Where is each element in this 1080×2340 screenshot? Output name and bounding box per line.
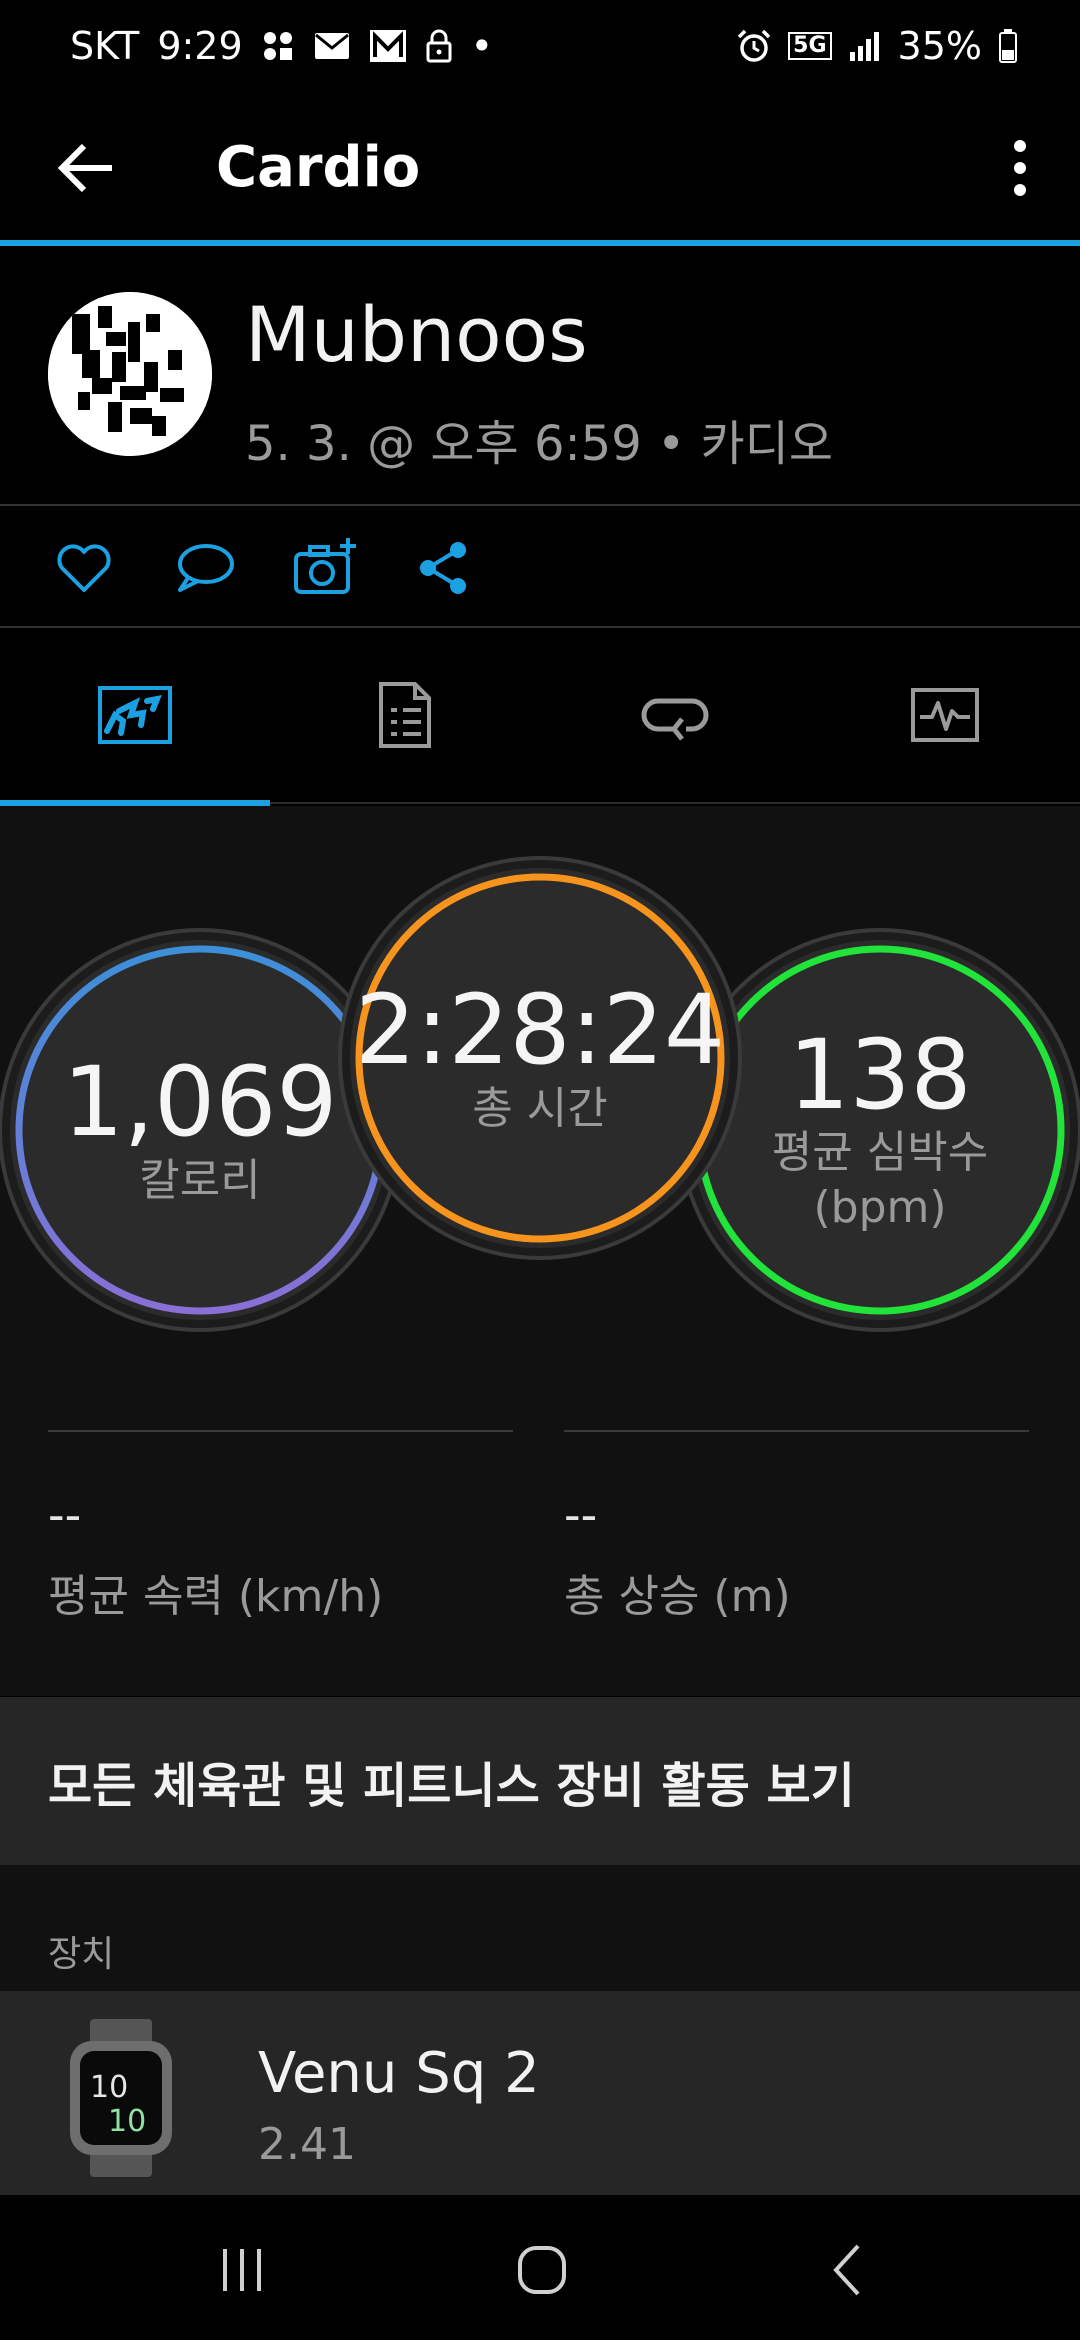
total-ascent-stat: -- 총 상승 (m) bbox=[564, 1430, 1029, 1624]
calories-value: 1,069 bbox=[62, 1046, 338, 1159]
heart-icon bbox=[57, 544, 111, 592]
mail-icon bbox=[314, 33, 349, 59]
gym-link-label: 모든 체육관 및 피트니스 장비 활동 보기 bbox=[48, 1758, 855, 1814]
total-time-content: 2:28:24 총 시간 bbox=[350, 868, 730, 1248]
network-5g-icon: 5G bbox=[788, 32, 832, 60]
avatar-image bbox=[48, 292, 212, 456]
device-section: 장치 10 10 Venu Sq 2 2.41 bbox=[0, 1865, 1080, 2195]
stats-tab-icon bbox=[98, 686, 172, 744]
calories-ring: 1,069 칼로리 bbox=[10, 940, 390, 1320]
back-button[interactable] bbox=[48, 128, 128, 208]
tab-laps[interactable] bbox=[540, 628, 810, 802]
activity-header: Mubnoos 5. 3. @ 오후 6:59 • 카디오 bbox=[0, 246, 1080, 506]
signal-icon bbox=[849, 32, 879, 61]
overflow-menu-button[interactable] bbox=[990, 128, 1050, 208]
like-button[interactable] bbox=[52, 536, 116, 600]
home-button[interactable] bbox=[502, 2235, 582, 2305]
watch-face-hours: 10 bbox=[90, 2070, 128, 2105]
details-tab-icon bbox=[379, 682, 431, 748]
clock: 9:29 bbox=[157, 24, 243, 68]
tab-charts[interactable] bbox=[810, 628, 1080, 802]
share-button[interactable] bbox=[412, 536, 476, 600]
device-name: Venu Sq 2 bbox=[258, 2041, 540, 2106]
status-bar: SKT 9:29 • 5G 35% bbox=[0, 0, 1080, 100]
alarm-icon bbox=[737, 29, 771, 62]
total-time-ring: 2:28:24 총 시간 bbox=[350, 868, 730, 1248]
chevron-left-icon bbox=[833, 2244, 860, 2296]
recents-icon bbox=[223, 2249, 261, 2291]
device-version: 2.41 bbox=[258, 2119, 356, 2170]
avg-speed-label: 평균 속력 (km/h) bbox=[48, 1571, 384, 1622]
heart-rate-content: 138 평균 심박수 (bpm) bbox=[690, 940, 1070, 1320]
camera-add-icon bbox=[294, 538, 356, 594]
avg-speed-value: -- bbox=[48, 1488, 82, 1542]
app-bar: Cardio bbox=[0, 100, 1080, 240]
tab-bar bbox=[0, 628, 1080, 802]
comment-icon bbox=[178, 544, 234, 592]
arrow-left-icon bbox=[57, 143, 112, 193]
activity-meta: 5. 3. @ 오후 6:59 • 카디오 bbox=[245, 416, 834, 472]
total-time-value: 2:28:24 bbox=[354, 974, 726, 1087]
battery-percent: 35% bbox=[897, 24, 982, 68]
app-notification-icon bbox=[263, 32, 292, 60]
recents-button[interactable] bbox=[202, 2235, 282, 2305]
lock-icon bbox=[426, 29, 452, 63]
view-gym-activities-link[interactable]: 모든 체육관 및 피트니스 장비 활동 보기 bbox=[0, 1697, 1080, 1865]
device-row[interactable]: 10 10 Venu Sq 2 2.41 bbox=[0, 1991, 1080, 2195]
total-ascent-label: 총 상승 (m) bbox=[564, 1571, 791, 1622]
laps-tab-icon bbox=[641, 698, 709, 741]
battery-icon bbox=[999, 29, 1017, 63]
heart-rate-ring: 138 평균 심박수 (bpm) bbox=[690, 940, 1070, 1320]
status-right: 5G 35% bbox=[736, 24, 1018, 68]
summary-panel: 1,069 칼로리 138 평균 심박수 (bpm) 2:28:24 총 시간 … bbox=[0, 806, 1080, 1696]
calories-label: 칼로리 bbox=[139, 1154, 261, 1206]
system-nav-bar bbox=[0, 2195, 1080, 2340]
total-time-label: 총 시간 bbox=[472, 1082, 608, 1134]
action-row bbox=[0, 506, 1080, 628]
gmail-icon bbox=[369, 30, 406, 62]
user-name[interactable]: Mubnoos bbox=[245, 290, 588, 379]
home-icon bbox=[518, 2246, 566, 2294]
tab-details[interactable] bbox=[270, 628, 540, 802]
calories-content: 1,069 칼로리 bbox=[10, 940, 390, 1320]
add-photo-button[interactable] bbox=[292, 536, 356, 600]
chart-tab-icon bbox=[911, 688, 979, 742]
total-ascent-value: -- bbox=[564, 1488, 598, 1542]
heart-rate-label: 평균 심박수 bbox=[771, 1127, 989, 1179]
watch-icon: 10 10 bbox=[70, 2019, 172, 2177]
watch-face-minutes: 10 bbox=[108, 2104, 146, 2139]
carrier-label: SKT bbox=[70, 24, 140, 68]
device-section-label: 장치 bbox=[48, 1934, 115, 1975]
comment-button[interactable] bbox=[172, 536, 236, 600]
more-notifications-dot: • bbox=[470, 24, 494, 68]
share-icon bbox=[420, 542, 466, 594]
tab-stats[interactable] bbox=[0, 628, 270, 802]
more-vertical-icon bbox=[1014, 140, 1026, 196]
nav-back-button[interactable] bbox=[808, 2235, 888, 2305]
heart-rate-value: 138 bbox=[788, 1018, 972, 1131]
tab-divider bbox=[270, 802, 1080, 804]
heart-rate-unit: (bpm) bbox=[813, 1182, 947, 1234]
avg-speed-stat: -- 평균 속력 (km/h) bbox=[48, 1430, 513, 1624]
page-title: Cardio bbox=[216, 135, 421, 200]
avatar[interactable] bbox=[48, 292, 212, 456]
status-left: SKT 9:29 • bbox=[70, 24, 493, 68]
